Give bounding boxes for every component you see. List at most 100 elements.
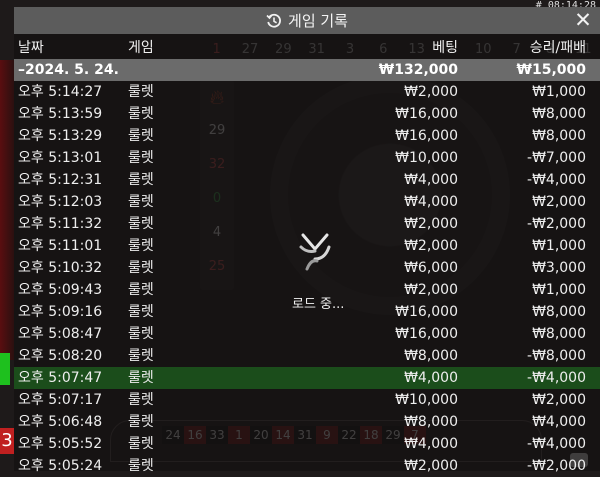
row-result: ₩8,000 [532, 128, 586, 144]
row-bet: ₩4,000 [404, 370, 458, 386]
row-result: ₩8,000 [532, 106, 586, 122]
row-result: -₩4,000 [527, 370, 586, 386]
row-bet: ₩10,000 [395, 150, 458, 166]
row-game: 룰렛 [128, 392, 154, 408]
row-bet: ₩2,000 [404, 238, 458, 254]
row-time: 오후 5:11:32 [18, 216, 103, 232]
row-game: 룰렛 [128, 84, 154, 100]
row-game: 룰렛 [128, 238, 154, 254]
row-bet: ₩2,000 [404, 84, 458, 100]
table-row[interactable]: 오후 5:12:31 룰렛 ₩4,000 -₩4,000 [14, 169, 600, 191]
row-time: 오후 5:07:17 [18, 392, 103, 408]
row-result: -₩7,000 [527, 150, 586, 166]
game-history-panel: 게임 기록 ✕ 날짜 게임 베팅 승리/패배 –2024. 5. 24. ₩13… [14, 7, 600, 474]
row-result: ₩1,000 [532, 282, 586, 298]
row-result: ₩8,000 [532, 326, 586, 342]
row-time: 오후 5:06:48 [18, 414, 103, 430]
row-result: ₩3,000 [532, 260, 586, 276]
row-time: 오후 5:11:01 [18, 238, 103, 254]
row-time: 오후 5:10:32 [18, 260, 103, 276]
row-result: ₩1,000 [532, 238, 586, 254]
date-group-bet-total: ₩132,000 [378, 62, 458, 78]
spinner-icon [299, 233, 331, 271]
row-result: ₩8,000 [532, 304, 586, 320]
table-header: 날짜 게임 베팅 승리/패배 [14, 37, 600, 59]
row-time: 오후 5:13:01 [18, 150, 103, 166]
table-row[interactable]: 오후 5:05:24 룰렛 ₩2,000 -₩2,000 [14, 455, 600, 477]
row-game: 룰렛 [128, 172, 154, 188]
history-icon [266, 13, 281, 28]
row-time: 오후 5:05:52 [18, 436, 103, 452]
row-time: 오후 5:12:31 [18, 172, 103, 188]
row-result: -₩2,000 [527, 216, 586, 232]
row-result: -₩2,000 [527, 458, 586, 474]
row-bet: ₩6,000 [404, 260, 458, 276]
table-row[interactable]: 오후 5:13:29 룰렛 ₩16,000 ₩8,000 [14, 125, 600, 147]
row-game: 룰렛 [128, 128, 154, 144]
row-result: -₩4,000 [527, 436, 586, 452]
date-group-row[interactable]: –2024. 5. 24. ₩132,000 ₩15,000 [14, 59, 600, 81]
panel-title-bar: 게임 기록 [14, 7, 600, 34]
row-result: ₩2,000 [532, 392, 586, 408]
row-result: ₩4,000 [532, 414, 586, 430]
row-time: 오후 5:12:03 [18, 194, 103, 210]
row-bet: ₩16,000 [395, 106, 458, 122]
row-time: 오후 5:09:43 [18, 282, 103, 298]
row-time: 오후 5:08:20 [18, 348, 103, 364]
background-side-panel [0, 60, 14, 360]
date-group-label: –2024. 5. 24. [18, 62, 119, 78]
row-game: 룰렛 [128, 414, 154, 430]
table-row[interactable]: 오후 5:14:27 룰렛 ₩2,000 ₩1,000 [14, 81, 600, 103]
row-bet: ₩4,000 [404, 194, 458, 210]
row-bet: ₩2,000 [404, 458, 458, 474]
row-time: 오후 5:13:29 [18, 128, 103, 144]
row-game: 룰렛 [128, 370, 154, 386]
row-time: 오후 5:13:59 [18, 106, 103, 122]
row-game: 룰렛 [128, 304, 154, 320]
table-row[interactable]: 오후 5:13:01 룰렛 ₩10,000 -₩7,000 [14, 147, 600, 169]
row-bet: ₩8,000 [404, 348, 458, 364]
column-header-game: 게임 [128, 40, 154, 56]
table-row[interactable]: 오후 5:08:47 룰렛 ₩16,000 ₩8,000 [14, 323, 600, 345]
panel-title: 게임 기록 [288, 12, 348, 30]
row-result: -₩4,000 [527, 172, 586, 188]
row-bet: ₩2,000 [404, 216, 458, 232]
row-time: 오후 5:07:47 [18, 370, 103, 386]
row-time: 오후 5:09:16 [18, 304, 103, 320]
close-icon: ✕ [574, 8, 592, 32]
table-row[interactable]: 오후 5:05:52 룰렛 ₩4,000 -₩4,000 [14, 433, 600, 455]
row-bet: ₩4,000 [404, 436, 458, 452]
row-bet: ₩16,000 [395, 326, 458, 342]
row-game: 룰렛 [128, 150, 154, 166]
row-result: ₩1,000 [532, 84, 586, 100]
row-game: 룰렛 [128, 458, 154, 474]
date-group-result-total: ₩15,000 [516, 62, 586, 78]
row-game: 룰렛 [128, 348, 154, 364]
row-bet: ₩16,000 [395, 128, 458, 144]
row-bet: ₩16,000 [395, 304, 458, 320]
row-time: 오후 5:05:24 [18, 458, 103, 474]
table-row[interactable]: 오후 5:12:03 룰렛 ₩4,000 ₩2,000 [14, 191, 600, 213]
row-result: -₩8,000 [527, 348, 586, 364]
row-result: ₩2,000 [532, 194, 586, 210]
close-button[interactable]: ✕ [572, 9, 594, 31]
row-bet: ₩4,000 [404, 172, 458, 188]
row-game: 룰렛 [128, 216, 154, 232]
background-green-marker [0, 353, 10, 385]
row-game: 룰렛 [128, 194, 154, 210]
row-time: 오후 5:14:27 [18, 84, 103, 100]
table-row[interactable]: 오후 5:07:17 룰렛 ₩10,000 ₩2,000 [14, 389, 600, 411]
row-game: 룰렛 [128, 436, 154, 452]
column-header-result: 승리/패배 [529, 40, 586, 56]
row-time: 오후 5:08:47 [18, 326, 103, 342]
table-row[interactable]: 오후 5:06:48 룰렛 ₩8,000 ₩4,000 [14, 411, 600, 433]
table-row[interactable]: 오후 5:08:20 룰렛 ₩8,000 -₩8,000 [14, 345, 600, 367]
loading-text: 로드 중... [292, 297, 345, 312]
row-bet: ₩8,000 [404, 414, 458, 430]
column-header-date: 날짜 [18, 40, 44, 56]
row-bet: ₩2,000 [404, 282, 458, 298]
table-row[interactable]: 오후 5:13:59 룰렛 ₩16,000 ₩8,000 [14, 103, 600, 125]
column-header-bet: 베팅 [432, 40, 458, 56]
table-row-selected[interactable]: 오후 5:07:47 룰렛 ₩4,000 -₩4,000 [14, 367, 600, 389]
background-number-tile: 3 [0, 428, 14, 454]
